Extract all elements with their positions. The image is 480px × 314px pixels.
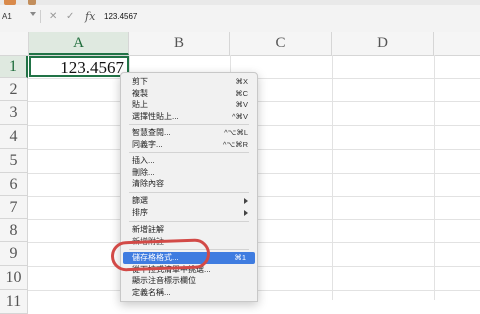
- menu-item-clear-contents[interactable]: 清除內容: [121, 178, 257, 190]
- menu-item-format-cells[interactable]: 儲存格格式... ⌘1: [123, 252, 255, 264]
- cell-a1-value: 123.4567: [60, 58, 124, 77]
- menu-item-label: 選擇性貼上...: [132, 111, 179, 121]
- select-all-corner[interactable]: [0, 32, 29, 55]
- menu-item-label: 排序: [132, 207, 148, 217]
- menu-item-paste[interactable]: 貼上 ⌘V: [121, 99, 257, 111]
- shortcut-label: ^⌥⌘L: [224, 128, 248, 137]
- menu-item-new-note[interactable]: 新增附註: [121, 236, 257, 248]
- column-header-row: A B C D: [0, 32, 480, 56]
- menu-item-label: 剪下: [132, 77, 148, 86]
- shortcut-label: ^⌘V: [231, 111, 248, 121]
- brush-icon[interactable]: [28, 0, 36, 5]
- menu-item-sort[interactable]: 排序: [121, 207, 257, 219]
- column-header-c[interactable]: C: [230, 32, 332, 55]
- menu-item-show-phonetic[interactable]: 顯示注音標示欄位: [121, 275, 257, 287]
- shortcut-label: ⌘X: [235, 77, 248, 86]
- row-header-5[interactable]: 5: [0, 149, 28, 173]
- row-header-10[interactable]: 10: [0, 266, 28, 290]
- cell-a1[interactable]: 123.4567: [29, 56, 129, 77]
- menu-item-insert[interactable]: 插入...: [121, 155, 257, 167]
- cancel-icon[interactable]: ✕: [49, 9, 57, 24]
- menu-item-cut[interactable]: 剪下 ⌘X: [121, 76, 257, 88]
- menu-item-label: 從下拉式清單中挑選...: [132, 264, 211, 274]
- row-header-9[interactable]: 9: [0, 242, 28, 266]
- formula-input[interactable]: 123.4567: [104, 9, 137, 24]
- context-menu: 剪下 ⌘X 複製 ⌘C 貼上 ⌘V 選擇性貼上... ^⌘V 智慧查閱... ^…: [120, 72, 258, 302]
- gridline: [434, 55, 435, 300]
- shortcut-label: ^⌥⌘R: [222, 139, 248, 149]
- menu-item-define-name[interactable]: 定義名稱...: [121, 287, 257, 299]
- shortcut-label: ⌘C: [235, 88, 248, 98]
- menu-item-label: 清除內容: [132, 179, 164, 189]
- menu-item-label: 貼上: [132, 100, 148, 110]
- menu-item-new-comment[interactable]: 新增註解: [121, 224, 257, 236]
- menu-item-delete[interactable]: 刪除...: [121, 167, 257, 179]
- menu-separator: [129, 221, 249, 222]
- menu-item-label: 新增註解: [132, 225, 164, 234]
- divider: [40, 10, 41, 23]
- menu-item-copy[interactable]: 複製 ⌘C: [121, 88, 257, 100]
- function-icon[interactable]: fx: [85, 9, 95, 24]
- menu-item-paste-special[interactable]: 選擇性貼上... ^⌘V: [121, 111, 257, 123]
- menu-item-label: 儲存格格式...: [132, 253, 179, 262]
- menu-item-label: 定義名稱...: [132, 287, 171, 297]
- row-header-11[interactable]: 11: [0, 290, 28, 314]
- formula-bar: A1 ✕ ✓ fx 123.4567: [0, 0, 480, 33]
- column-header-b[interactable]: B: [129, 32, 230, 55]
- menu-item-label: 複製: [132, 88, 148, 98]
- menu-separator: [129, 192, 249, 193]
- chevron-right-icon: [244, 198, 248, 204]
- menu-item-label: 篩選: [132, 196, 148, 205]
- shortcut-label: ⌘V: [235, 100, 248, 110]
- menu-item-label: 插入...: [132, 156, 155, 165]
- row-header-2[interactable]: 2: [0, 78, 28, 101]
- menu-separator: [129, 124, 249, 125]
- menu-separator: [129, 152, 249, 153]
- row-header-8[interactable]: 8: [0, 219, 28, 242]
- gridline: [332, 55, 333, 300]
- column-header-a[interactable]: A: [29, 32, 129, 55]
- shortcut-label: ⌘1: [234, 253, 246, 262]
- check-icon[interactable]: ✓: [66, 9, 74, 24]
- menu-item-smart-lookup[interactable]: 智慧查閱... ^⌥⌘L: [121, 127, 257, 139]
- menu-item-filter[interactable]: 篩選: [121, 195, 257, 207]
- paint-icon[interactable]: [4, 0, 16, 5]
- column-header-e[interactable]: [434, 32, 480, 55]
- row-header-7[interactable]: 7: [0, 196, 28, 219]
- menu-separator: [129, 249, 249, 250]
- row-header-6[interactable]: 6: [0, 173, 28, 196]
- row-header-4[interactable]: 4: [0, 125, 28, 149]
- row-header-3[interactable]: 3: [0, 101, 28, 125]
- menu-item-label: 刪除...: [132, 167, 155, 177]
- menu-item-pick-from-list[interactable]: 從下拉式清單中挑選...: [121, 264, 257, 276]
- toolbar-strip: [0, 0, 480, 5]
- menu-item-label: 智慧查閱...: [132, 128, 171, 137]
- menu-item-thesaurus[interactable]: 同義字... ^⌥⌘R: [121, 139, 257, 151]
- row-header-1[interactable]: 1: [0, 56, 28, 78]
- name-box[interactable]: A1: [0, 9, 30, 24]
- chevron-down-icon[interactable]: [30, 12, 36, 16]
- menu-item-label: 顯示注音標示欄位: [132, 276, 196, 286]
- column-header-d[interactable]: D: [332, 32, 434, 55]
- menu-item-label: 同義字...: [132, 139, 163, 149]
- chevron-right-icon: [244, 209, 248, 216]
- menu-item-label: 新增附註: [132, 236, 164, 246]
